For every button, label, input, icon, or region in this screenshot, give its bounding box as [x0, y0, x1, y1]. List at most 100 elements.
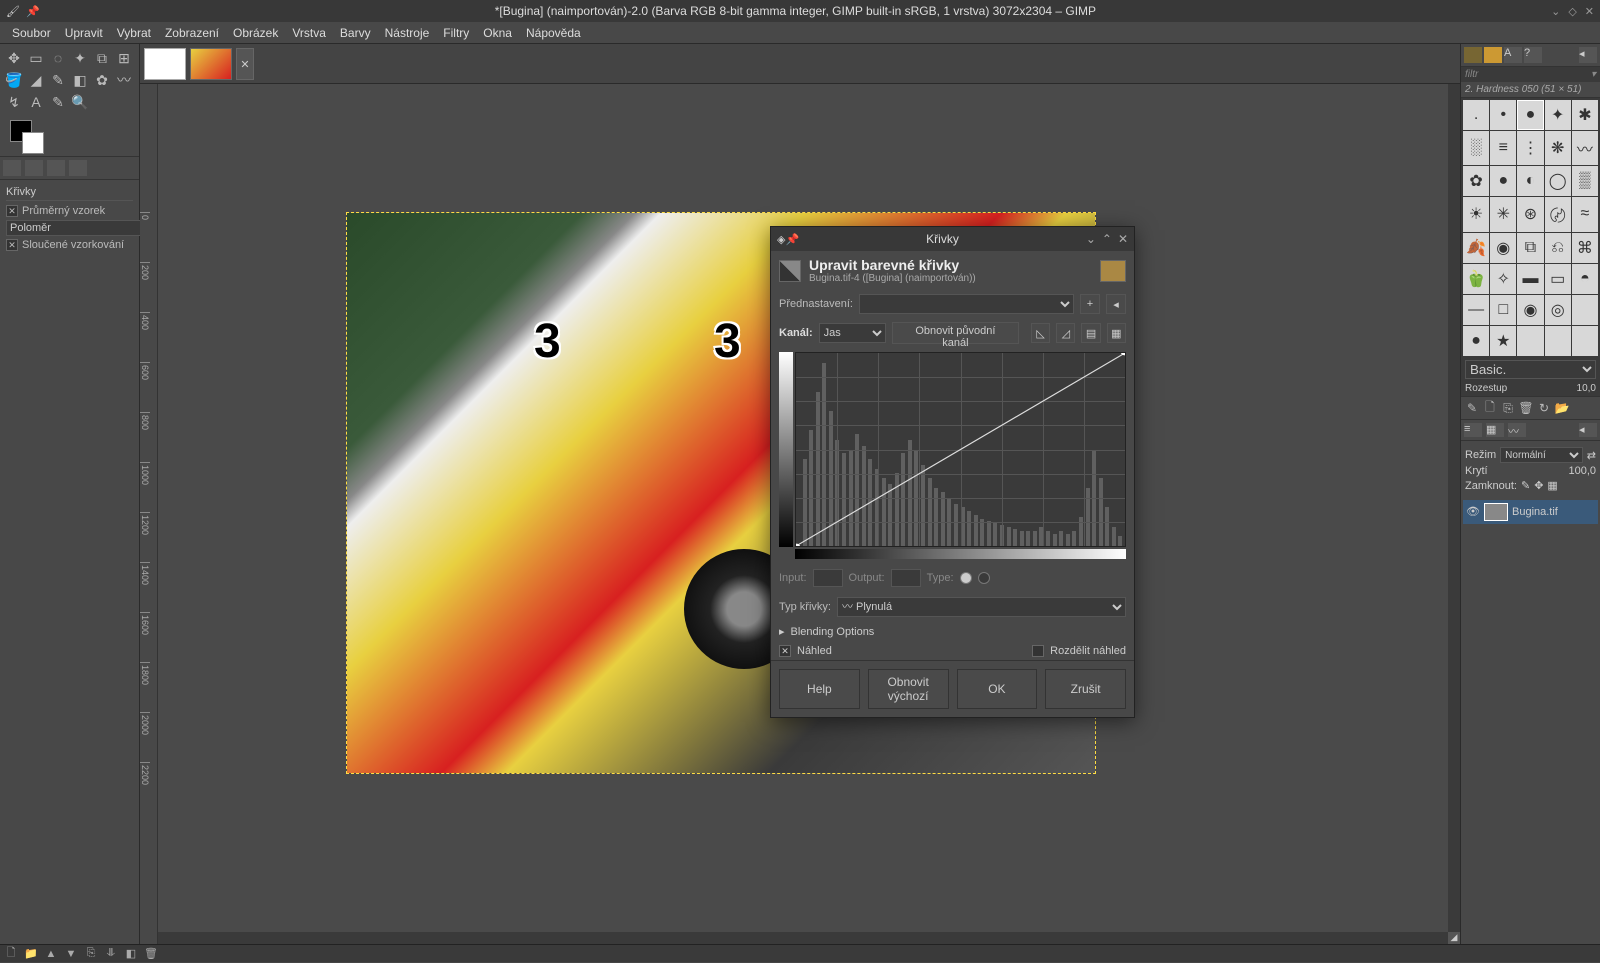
- nav-button[interactable]: ◢: [1448, 932, 1460, 944]
- help-button[interactable]: Help: [779, 669, 860, 709]
- tool-text[interactable]: A: [26, 92, 46, 112]
- layer-down[interactable]: ▼: [62, 946, 80, 961]
- brush-item[interactable]: ⧉: [1517, 233, 1543, 263]
- reset-channel-button[interactable]: Obnovit původní kanál: [892, 322, 1019, 344]
- lock-pixels[interactable]: ✎: [1521, 479, 1530, 492]
- tool-bucket[interactable]: 🪣: [4, 70, 24, 90]
- brush-item[interactable]: 🫑: [1463, 264, 1489, 294]
- brush-dup[interactable]: ⎘: [1500, 400, 1516, 416]
- tool-fuzzy-select[interactable]: ✦: [70, 48, 90, 68]
- layer-up[interactable]: ▲: [42, 946, 60, 961]
- menu-barvy[interactable]: Barvy: [334, 24, 377, 42]
- brush-item[interactable]: 〰: [1572, 131, 1598, 165]
- brush-item[interactable]: ✦: [1545, 100, 1571, 130]
- tab-help[interactable]: ?: [1524, 47, 1542, 63]
- brush-item[interactable]: ≈: [1572, 197, 1598, 231]
- tool-move[interactable]: ✥: [4, 48, 24, 68]
- menu-vrstva[interactable]: Vrstva: [286, 24, 332, 42]
- brush-item[interactable]: ★: [1490, 326, 1516, 356]
- menu-upravit[interactable]: Upravit: [59, 24, 109, 42]
- brush-item[interactable]: .: [1463, 100, 1489, 130]
- layer-dup[interactable]: ⎘: [82, 946, 100, 961]
- brush-item[interactable]: —: [1463, 295, 1489, 325]
- tab-tool-options[interactable]: [3, 160, 21, 176]
- scrollbar-vertical[interactable]: [1448, 62, 1460, 932]
- brush-item[interactable]: ▭: [1545, 264, 1571, 294]
- brush-item[interactable]: 🍂: [1463, 233, 1489, 263]
- tab-brushes[interactable]: [1464, 47, 1482, 63]
- menu-vybrat[interactable]: Vybrat: [111, 24, 157, 42]
- image-tab-1[interactable]: [144, 48, 186, 80]
- tab-layers-menu[interactable]: ◂: [1579, 423, 1597, 437]
- maximize-button[interactable]: ◇: [1568, 5, 1576, 18]
- scrollbar-horizontal[interactable]: [158, 932, 1448, 944]
- dlg-maximize[interactable]: ⌃: [1102, 232, 1112, 246]
- mode-select[interactable]: Normální: [1500, 447, 1583, 463]
- close-button[interactable]: ✕: [1585, 5, 1594, 18]
- layer-new[interactable]: 🗋: [2, 946, 20, 961]
- layer-mask[interactable]: ◧: [122, 946, 140, 961]
- layer-merge[interactable]: ⥥: [102, 946, 120, 961]
- brush-del[interactable]: 🗑: [1518, 400, 1534, 416]
- dlg-pin-icon[interactable]: 📌: [785, 233, 799, 246]
- brush-open[interactable]: 📂: [1554, 400, 1570, 416]
- chk-split-preview[interactable]: [1032, 645, 1044, 657]
- chk-sample-avg[interactable]: ✕: [6, 205, 18, 217]
- brush-item[interactable]: ●: [1490, 166, 1516, 196]
- brush-item[interactable]: [1517, 326, 1543, 356]
- output-value[interactable]: [891, 569, 921, 587]
- preset-add[interactable]: +: [1080, 294, 1100, 314]
- image-tab-2[interactable]: [190, 48, 232, 80]
- pin-icon[interactable]: 📌: [26, 5, 40, 18]
- tab-channels[interactable]: ▦: [1486, 423, 1504, 437]
- point-type-corner[interactable]: [978, 572, 990, 584]
- tab-device[interactable]: [25, 160, 43, 176]
- layer-group[interactable]: 📁: [22, 946, 40, 961]
- tab-paths[interactable]: 〰: [1508, 423, 1526, 437]
- brush-item[interactable]: [1572, 295, 1598, 325]
- bg-color[interactable]: [22, 132, 44, 154]
- point-type-smooth[interactable]: [960, 572, 972, 584]
- brush-edit[interactable]: ✎: [1464, 400, 1480, 416]
- brush-item[interactable]: ░: [1463, 131, 1489, 165]
- brush-item[interactable]: ⋮: [1517, 131, 1543, 165]
- tab-images[interactable]: [47, 160, 65, 176]
- chk-preview[interactable]: ✕: [779, 645, 791, 657]
- curves-titlebar[interactable]: ◈ 📌 Křivky ⌄ ⌃ ✕: [771, 227, 1134, 251]
- hist-log[interactable]: ◿: [1056, 323, 1075, 343]
- brush-item[interactable]: ●: [1463, 326, 1489, 356]
- tool-path[interactable]: ↯: [4, 92, 24, 112]
- tab-menu[interactable]: ◂: [1579, 47, 1597, 63]
- visibility-icon[interactable]: 👁: [1466, 505, 1480, 519]
- hist-linear[interactable]: ◺: [1031, 323, 1050, 343]
- menu-soubor[interactable]: Soubor: [6, 24, 57, 42]
- layer-item[interactable]: 👁 Bugina.tif: [1463, 500, 1598, 524]
- input-value[interactable]: [813, 569, 843, 587]
- tab-fonts[interactable]: A: [1504, 47, 1522, 63]
- brush-item[interactable]: ✧: [1490, 264, 1516, 294]
- menu-nastroje[interactable]: Nástroje: [379, 24, 436, 42]
- menu-okna[interactable]: Okna: [477, 24, 518, 42]
- brush-item[interactable]: ●: [1517, 100, 1543, 130]
- tool-zoom[interactable]: 🔍: [70, 92, 90, 112]
- brush-new[interactable]: 🗋: [1482, 400, 1498, 416]
- ruler-vertical[interactable]: 0 200 400 600 800 1000 1200 1400 1600 18…: [140, 62, 158, 944]
- tool-eraser[interactable]: ◧: [70, 70, 90, 90]
- brush-item[interactable]: ✿: [1463, 166, 1489, 196]
- menu-filtry[interactable]: Filtry: [437, 24, 475, 42]
- minimize-button[interactable]: ⌄: [1551, 5, 1560, 18]
- brush-item[interactable]: [1545, 326, 1571, 356]
- tool-gradient[interactable]: ◢: [26, 70, 46, 90]
- brush-item[interactable]: ◯: [1545, 166, 1571, 196]
- brush-item[interactable]: ⊛: [1517, 197, 1543, 231]
- layer-delete[interactable]: 🗑: [142, 946, 160, 961]
- brush-item[interactable]: ◉: [1517, 295, 1543, 325]
- curve-type-select[interactable]: 〰 Plynulá: [837, 597, 1126, 617]
- hist-type2[interactable]: ▦: [1107, 323, 1126, 343]
- tool-transform[interactable]: ⊞: [114, 48, 134, 68]
- dlg-minimize[interactable]: ⌄: [1086, 232, 1096, 246]
- preset-select[interactable]: [859, 294, 1074, 314]
- tool-free-select[interactable]: ◌: [48, 48, 68, 68]
- curve-canvas[interactable]: [795, 352, 1126, 547]
- ok-button[interactable]: OK: [957, 669, 1038, 709]
